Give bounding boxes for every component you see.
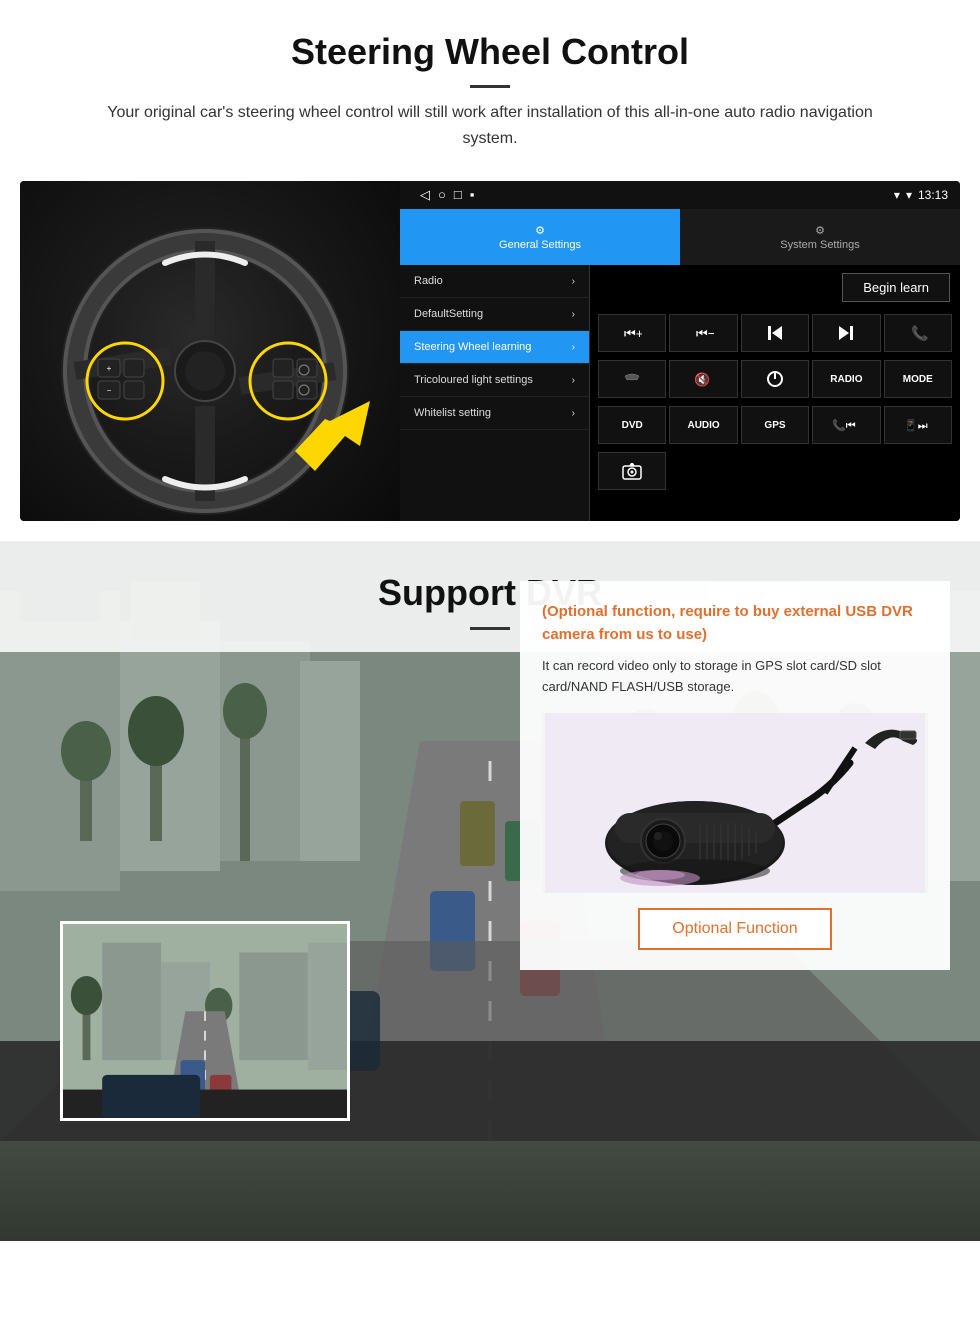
tab-system-settings[interactable]: ⚙ System Settings: [680, 209, 960, 265]
radio-btn[interactable]: RADIO: [812, 360, 880, 398]
dvr-section: Support DVR: [0, 541, 980, 1241]
chevron-right-icon: ›: [572, 342, 575, 353]
back-nav-icon: ◁: [420, 187, 430, 203]
general-settings-icon: ⚙: [535, 224, 545, 237]
menu-whitelist-label: Whitelist setting: [414, 407, 491, 419]
dvr-body-text: It can record video only to storage in G…: [542, 656, 928, 698]
begin-learn-button[interactable]: Begin learn: [842, 273, 950, 302]
dvr-camera-thumbnail: [60, 921, 350, 1121]
menu-item-steering-wheel[interactable]: Steering Wheel learning ›: [400, 331, 589, 364]
general-settings-label: General Settings: [499, 239, 581, 251]
status-bar: ◁ ○ □ ▪ ▾ ▾ 13:13: [400, 181, 960, 209]
optional-function-button[interactable]: Optional Function: [638, 908, 831, 950]
control-buttons-row2: 🔇 RADIO MODE: [590, 356, 960, 402]
steering-section: Steering Wheel Control Your original car…: [0, 0, 980, 521]
hang-up-btn[interactable]: [598, 360, 666, 398]
status-bar-nav: ◁ ○ □ ▪: [420, 187, 474, 203]
svg-text:📞: 📞: [911, 324, 928, 342]
menu-content: Radio › DefaultSetting › Steering Wheel …: [400, 265, 960, 521]
wifi-icon: ▾: [906, 188, 912, 202]
settings-tabs: ⚙ General Settings ⚙ System Settings: [400, 209, 960, 265]
menu-radio-label: Radio: [414, 275, 443, 287]
svg-text:📱⏭: 📱⏭: [904, 419, 928, 432]
svg-text:+: +: [107, 364, 112, 373]
divider-1: [470, 85, 510, 88]
system-settings-label: System Settings: [780, 239, 859, 251]
tab-general-settings[interactable]: ⚙ General Settings: [400, 209, 680, 265]
chevron-right-icon: ›: [572, 309, 575, 320]
phone-prev-btn[interactable]: 📞⏮: [812, 406, 880, 444]
signal-icon: ▾: [894, 188, 900, 202]
power-btn[interactable]: [741, 360, 809, 398]
menu-default-label: DefaultSetting: [414, 308, 483, 320]
control-buttons-row3: DVD AUDIO GPS 📞⏮: [590, 402, 960, 448]
mode-btn[interactable]: MODE: [884, 360, 952, 398]
system-settings-icon: ⚙: [815, 224, 825, 237]
menu-item-defaultsetting[interactable]: DefaultSetting ›: [400, 298, 589, 331]
settings-menu-list: Radio › DefaultSetting › Steering Wheel …: [400, 265, 590, 521]
divider-2: [470, 627, 510, 630]
chevron-right-icon: ›: [572, 276, 575, 287]
dvr-camera-svg: [545, 713, 925, 893]
svg-text:⏮−: ⏮−: [696, 326, 714, 341]
menu-item-whitelist[interactable]: Whitelist setting ›: [400, 397, 589, 430]
mockup-screenshot: + − ◁: [20, 181, 960, 521]
mute-btn[interactable]: 🔇: [669, 360, 737, 398]
begin-learn-row: Begin learn: [590, 265, 960, 310]
vol-down-btn[interactable]: ⏮−: [669, 314, 737, 352]
svg-text:📞⏮: 📞⏮: [832, 418, 856, 432]
steering-title: Steering Wheel Control: [40, 30, 940, 73]
svg-text:⏮+: ⏮+: [624, 326, 642, 341]
phone-next-btn[interactable]: 📱⏭: [884, 406, 952, 444]
audio-btn[interactable]: AUDIO: [669, 406, 737, 444]
gps-btn[interactable]: GPS: [741, 406, 809, 444]
svg-text:🔇: 🔇: [694, 372, 710, 387]
menu-tricoloured-label: Tricoloured light settings: [414, 374, 533, 386]
phone-btn[interactable]: 📞: [884, 314, 952, 352]
prev-track-btn[interactable]: [741, 314, 809, 352]
status-time: 13:13: [918, 188, 948, 202]
dvr-camera-image: [542, 713, 928, 893]
svg-text:−: −: [107, 386, 112, 395]
dvr-thumbnail-road: [63, 924, 347, 1118]
control-buttons-row1: ⏮+ ⏮−: [590, 310, 960, 356]
dvr-optional-note: (Optional function, require to buy exter…: [542, 601, 928, 646]
android-ui: ◁ ○ □ ▪ ▾ ▾ 13:13 ⚙ General Settings ⚙ S…: [400, 181, 960, 521]
chevron-right-icon: ›: [572, 375, 575, 386]
dvr-thumbnail-svg: [63, 921, 347, 1121]
chevron-right-icon: ›: [572, 408, 575, 419]
steering-wheel-svg: + −: [20, 181, 400, 521]
menu-item-radio[interactable]: Radio ›: [400, 265, 589, 298]
next-track-btn[interactable]: [812, 314, 880, 352]
dvd-btn[interactable]: DVD: [598, 406, 666, 444]
home-nav-icon: ○: [438, 187, 446, 203]
dvr-info-card: (Optional function, require to buy exter…: [520, 581, 950, 970]
steering-control-panel: Begin learn ⏮+ ⏮−: [590, 265, 960, 521]
steering-subtitle: Your original car's steering wheel contr…: [80, 100, 900, 151]
recents-nav-icon: □: [454, 187, 462, 203]
steering-wheel-photo: + −: [20, 181, 400, 521]
menu-nav-icon: ▪: [470, 187, 475, 203]
menu-steering-label: Steering Wheel learning: [414, 341, 531, 353]
menu-item-tricoloured[interactable]: Tricoloured light settings ›: [400, 364, 589, 397]
camera-btn[interactable]: [598, 452, 666, 490]
control-buttons-row4: [590, 448, 960, 494]
steering-header: Steering Wheel Control Your original car…: [0, 0, 980, 161]
vol-up-btn[interactable]: ⏮+: [598, 314, 666, 352]
